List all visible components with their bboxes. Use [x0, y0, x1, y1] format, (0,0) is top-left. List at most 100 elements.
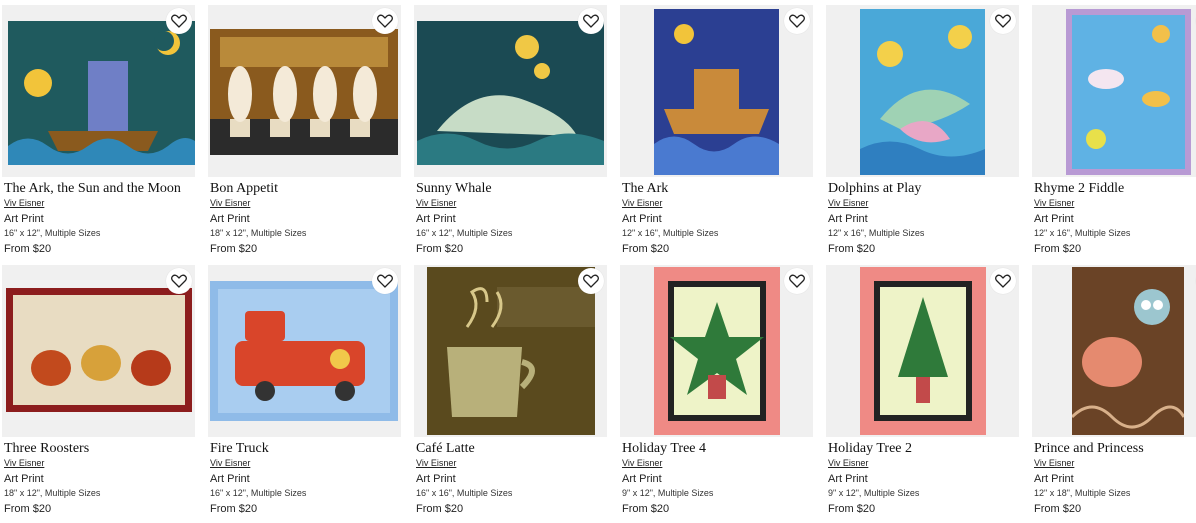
- product-thumbnail[interactable]: [620, 265, 813, 437]
- product-title[interactable]: Prince and Princess: [1034, 441, 1144, 457]
- product-price: From $20: [828, 503, 876, 515]
- product-price: From $20: [828, 243, 876, 255]
- product-type: Art Print: [828, 213, 868, 225]
- favorite-heart-icon[interactable]: [372, 268, 398, 294]
- artist-link[interactable]: Viv Eisner: [4, 198, 44, 208]
- artwork-image[interactable]: [6, 288, 192, 412]
- product-size: 16" x 12", Multiple Sizes: [416, 228, 513, 238]
- product-title[interactable]: Fire Truck: [210, 441, 269, 457]
- product-thumbnail[interactable]: [1032, 5, 1196, 177]
- product-size: 16" x 12", Multiple Sizes: [210, 488, 307, 498]
- product-card[interactable]: Bon Appetit Viv Eisner Art Print 18" x 1…: [208, 5, 401, 263]
- product-title[interactable]: Dolphins at Play: [828, 181, 921, 197]
- product-price: From $20: [1034, 503, 1082, 515]
- product-thumbnail[interactable]: [414, 265, 607, 437]
- product-price: From $20: [416, 503, 464, 515]
- product-card[interactable]: The Ark Viv Eisner Art Print 12" x 16", …: [620, 5, 813, 263]
- favorite-heart-icon[interactable]: [990, 8, 1016, 34]
- favorite-heart-icon[interactable]: [166, 268, 192, 294]
- product-price: From $20: [210, 243, 258, 255]
- artwork-image[interactable]: [1070, 267, 1186, 435]
- product-grid: The Ark, the Sun and the Moon Viv Eisner…: [0, 0, 1196, 515]
- favorite-heart-icon[interactable]: [784, 8, 810, 34]
- product-thumbnail[interactable]: [826, 265, 1019, 437]
- product-title[interactable]: The Ark: [622, 181, 668, 197]
- product-size: 16" x 12", Multiple Sizes: [4, 228, 101, 238]
- product-card[interactable]: The Ark, the Sun and the Moon Viv Eisner…: [2, 5, 195, 263]
- artist-link[interactable]: Viv Eisner: [210, 458, 250, 468]
- product-price: From $20: [622, 243, 670, 255]
- artwork-image[interactable]: [417, 21, 604, 165]
- product-type: Art Print: [622, 473, 662, 485]
- artwork-image[interactable]: [8, 21, 195, 165]
- product-thumbnail[interactable]: [620, 5, 813, 177]
- product-title[interactable]: Holiday Tree 2: [828, 441, 912, 457]
- product-type: Art Print: [1034, 213, 1074, 225]
- product-card[interactable]: Holiday Tree 2 Viv Eisner Art Print 9" x…: [826, 265, 1019, 523]
- favorite-heart-icon[interactable]: [372, 8, 398, 34]
- product-thumbnail[interactable]: [208, 5, 401, 177]
- favorite-heart-icon[interactable]: [784, 268, 810, 294]
- product-title[interactable]: Bon Appetit: [210, 181, 278, 197]
- product-title[interactable]: Rhyme 2 Fiddle: [1034, 181, 1124, 197]
- artist-link[interactable]: Viv Eisner: [828, 198, 868, 208]
- favorite-heart-icon[interactable]: [166, 8, 192, 34]
- product-type: Art Print: [416, 213, 456, 225]
- product-title[interactable]: Three Roosters: [4, 441, 89, 457]
- artwork-image[interactable]: [210, 281, 398, 421]
- favorite-heart-icon[interactable]: [578, 268, 604, 294]
- artwork-image[interactable]: [1066, 9, 1191, 175]
- artist-link[interactable]: Viv Eisner: [416, 458, 456, 468]
- product-price: From $20: [1034, 243, 1082, 255]
- artist-link[interactable]: Viv Eisner: [622, 458, 662, 468]
- artwork-image[interactable]: [210, 29, 398, 155]
- artist-link[interactable]: Viv Eisner: [828, 458, 868, 468]
- favorite-heart-icon[interactable]: [578, 8, 604, 34]
- product-type: Art Print: [828, 473, 868, 485]
- product-type: Art Print: [210, 213, 250, 225]
- artist-link[interactable]: Viv Eisner: [1034, 458, 1074, 468]
- product-thumbnail[interactable]: [2, 5, 195, 177]
- product-card[interactable]: Rhyme 2 Fiddle Viv Eisner Art Print 12" …: [1032, 5, 1196, 263]
- product-size: 12" x 16", Multiple Sizes: [622, 228, 719, 238]
- artwork-image[interactable]: [654, 267, 780, 435]
- product-price: From $20: [4, 243, 52, 255]
- product-card[interactable]: Three Roosters Viv Eisner Art Print 18" …: [2, 265, 195, 523]
- product-type: Art Print: [4, 213, 44, 225]
- artist-link[interactable]: Viv Eisner: [1034, 198, 1074, 208]
- product-thumbnail[interactable]: [1032, 265, 1196, 437]
- artwork-image[interactable]: [654, 9, 779, 175]
- artwork-image[interactable]: [427, 267, 595, 435]
- favorite-heart-icon[interactable]: [990, 268, 1016, 294]
- product-thumbnail[interactable]: [414, 5, 607, 177]
- artist-link[interactable]: Viv Eisner: [416, 198, 456, 208]
- product-type: Art Print: [416, 473, 456, 485]
- product-card[interactable]: Dolphins at Play Viv Eisner Art Print 12…: [826, 5, 1019, 263]
- product-thumbnail[interactable]: [208, 265, 401, 437]
- product-size: 12" x 16", Multiple Sizes: [828, 228, 925, 238]
- product-price: From $20: [210, 503, 258, 515]
- product-price: From $20: [4, 503, 52, 515]
- product-size: 12" x 16", Multiple Sizes: [1034, 228, 1131, 238]
- product-card[interactable]: Sunny Whale Viv Eisner Art Print 16" x 1…: [414, 5, 607, 263]
- product-card[interactable]: Fire Truck Viv Eisner Art Print 16" x 12…: [208, 265, 401, 523]
- product-size: 18" x 12", Multiple Sizes: [4, 488, 101, 498]
- product-price: From $20: [416, 243, 464, 255]
- product-title[interactable]: Holiday Tree 4: [622, 441, 706, 457]
- artwork-image[interactable]: [860, 9, 985, 175]
- product-title[interactable]: Sunny Whale: [416, 181, 492, 197]
- product-price: From $20: [622, 503, 670, 515]
- artist-link[interactable]: Viv Eisner: [622, 198, 662, 208]
- artist-link[interactable]: Viv Eisner: [210, 198, 250, 208]
- product-thumbnail[interactable]: [2, 265, 195, 437]
- product-type: Art Print: [4, 473, 44, 485]
- product-size: 16" x 16", Multiple Sizes: [416, 488, 513, 498]
- product-card[interactable]: Café Latte Viv Eisner Art Print 16" x 16…: [414, 265, 607, 523]
- product-title[interactable]: Café Latte: [416, 441, 475, 457]
- product-title[interactable]: The Ark, the Sun and the Moon: [4, 181, 181, 197]
- artwork-image[interactable]: [860, 267, 986, 435]
- product-card[interactable]: Holiday Tree 4 Viv Eisner Art Print 9" x…: [620, 265, 813, 523]
- artist-link[interactable]: Viv Eisner: [4, 458, 44, 468]
- product-thumbnail[interactable]: [826, 5, 1019, 177]
- product-card[interactable]: Prince and Princess Viv Eisner Art Print…: [1032, 265, 1196, 523]
